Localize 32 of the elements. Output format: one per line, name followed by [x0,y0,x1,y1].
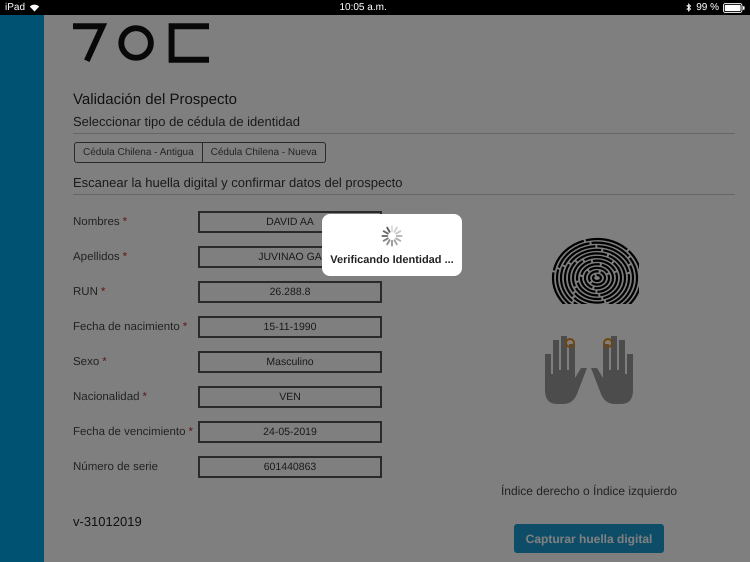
field-label: RUN [73,286,98,298]
version-label: v-31012019 [73,514,143,529]
segment-option[interactable]: Cédula Chilena - Nueva [202,142,326,163]
section-heading: Escanear la huella digital y confirmar datos del prospecto [73,175,735,195]
field-label: Fecha de nacimiento [73,320,180,332]
required-mark: * [102,356,107,368]
input-field[interactable]: 601440863 [198,456,382,478]
required-mark: * [142,390,147,402]
required-mark: * [188,426,193,438]
clock: 10:05 a.m. [339,2,387,14]
field-label: Nombres [73,216,120,228]
page-title: Validación del Prospecto [73,91,238,108]
device-name: iPad [5,2,26,14]
segment-option[interactable]: Cédula Chilena - Antigua [74,142,203,163]
input-field[interactable]: VEN [198,386,382,408]
field-label: Apellidos [73,250,120,262]
input-field[interactable]: 15-11-1990 [198,316,382,338]
capture-button[interactable]: Capturar huella digital [514,524,664,553]
field-label: Nacionalidad [73,390,140,402]
required-mark: * [122,216,128,228]
field-label: Fecha de vencimiento [73,426,186,438]
field-label: Número de serie [73,460,158,472]
input-field[interactable]: 26.288.8 [198,280,382,302]
section-heading: Seleccionar tipo de cédula de identidad [73,114,735,134]
input-field[interactable]: Masculino [198,350,382,372]
battery-level: 99 % [696,2,719,14]
required-mark: * [122,250,128,262]
required-mark: * [100,286,106,298]
field-label: Sexo [73,356,100,368]
finger-hint: Índice derecho o Índice izquierdo [500,484,678,498]
input-field[interactable]: 24-05-2019 [198,420,382,442]
required-mark: * [182,320,188,332]
